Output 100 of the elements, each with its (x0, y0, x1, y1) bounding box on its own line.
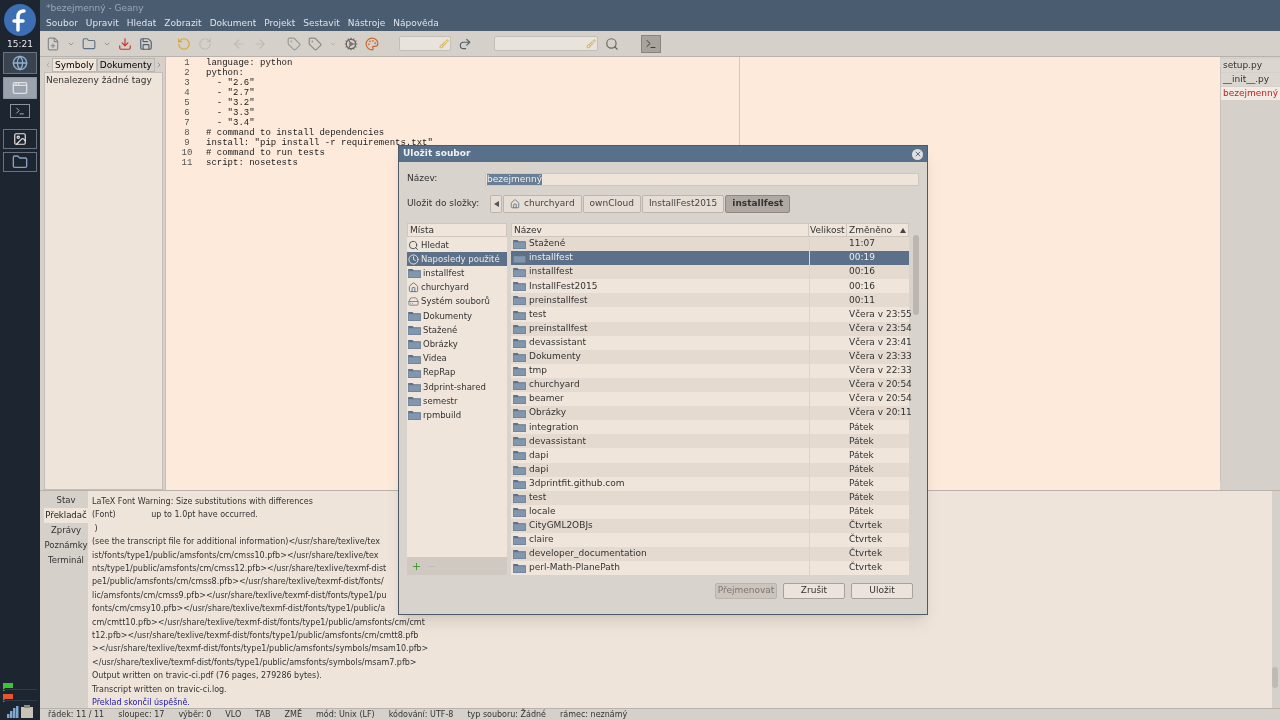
file-row[interactable]: Obrázky Včera v 20:11 (511, 406, 909, 421)
place-item[interactable]: 3dprint-shared (407, 379, 507, 395)
menu-item[interactable]: Projekt (264, 17, 296, 31)
file-row[interactable]: Stažené 11:07 (511, 237, 909, 252)
search-field[interactable] (494, 36, 598, 51)
menu-item[interactable]: Upravit (85, 17, 119, 31)
folder-icon (513, 281, 526, 292)
flag-icon[interactable] (3, 683, 37, 691)
place-item[interactable]: Dokumenty (407, 308, 507, 324)
path-button[interactable]: ownCloud (582, 195, 641, 213)
gear-icon[interactable] (344, 36, 358, 51)
file-row[interactable]: devassistant Pátek (511, 434, 909, 449)
menu-item[interactable]: Zobrazit (164, 17, 202, 31)
file-name: locale (529, 505, 556, 519)
place-item[interactable]: Obrázky (407, 337, 507, 352)
redo-icon[interactable] (198, 36, 212, 51)
place-item[interactable]: semestr (407, 394, 507, 409)
place-item[interactable]: rpmbuild (407, 408, 507, 423)
line-number: 7 (184, 118, 190, 128)
save-all-icon[interactable] (139, 36, 153, 51)
folder-icon (12, 154, 28, 170)
file-name: tmp (529, 364, 547, 378)
add-icon[interactable] (411, 560, 422, 572)
folder-icon (513, 464, 526, 475)
clear-icon[interactable] (586, 38, 596, 49)
jump-icon[interactable] (458, 36, 472, 51)
status-item: VLO (225, 710, 242, 719)
taskbar-item[interactable] (10, 104, 30, 118)
file-tab[interactable]: __init__.py (1220, 73, 1280, 86)
file-name: CityGML2OBJs (529, 519, 593, 533)
file-tab[interactable]: bezejmenný (1220, 87, 1280, 100)
new-file-icon[interactable] (46, 36, 60, 51)
search-icon[interactable] (605, 36, 619, 51)
forward-icon[interactable] (253, 36, 267, 51)
place-item[interactable]: installfest (407, 266, 507, 281)
file-row[interactable]: test Včera v 23:55 (511, 307, 909, 322)
name-field[interactable]: bezejmenný (485, 172, 919, 186)
taskbar-item[interactable] (3, 52, 37, 74)
clear-icon[interactable] (439, 38, 449, 49)
file-row[interactable]: beamer Včera v 20:54 (511, 392, 909, 407)
clipboard-icon[interactable] (21, 705, 33, 718)
palette-icon[interactable] (365, 36, 379, 51)
menu-item[interactable]: Sestavit (303, 17, 340, 31)
menu-item[interactable]: Soubor (46, 17, 78, 31)
folder-icon (513, 394, 526, 405)
signal-icon[interactable] (7, 706, 19, 718)
column-header[interactable]: Změněno (846, 224, 908, 236)
place-item[interactable]: Systém souborů (407, 294, 507, 309)
path-back-button[interactable] (490, 195, 502, 213)
sidebar-tab[interactable]: Symboly (52, 58, 97, 72)
file-row[interactable]: installfest 00:19 (511, 251, 909, 266)
place-item[interactable]: Hledat (407, 238, 507, 253)
message-tab[interactable]: Poznámky (44, 538, 88, 553)
sidebar-tab[interactable]: Dokumenty (96, 58, 155, 72)
undo-icon[interactable] (177, 36, 191, 51)
place-item[interactable]: Naposledy použité (407, 252, 507, 267)
modified-time: Včera v 20:54 (848, 392, 909, 406)
taskbar-item[interactable] (3, 152, 37, 172)
menu-item[interactable]: Nápověda (393, 17, 439, 31)
tag-icon[interactable] (287, 36, 301, 51)
close-button[interactable] (912, 148, 923, 160)
path-button[interactable]: installfest (725, 195, 791, 213)
code-line: install: "pip install -r requirements.txt" (206, 138, 433, 148)
logo-icon[interactable] (3, 3, 37, 37)
dialog-button[interactable]: Zrušit (783, 583, 845, 599)
place-item[interactable]: Videa (407, 351, 507, 366)
menu-item[interactable]: Dokument (209, 17, 257, 31)
modified-time: Pátek (848, 420, 875, 434)
tag-icon[interactable] (308, 36, 322, 51)
path-button[interactable]: InstallFest2015 (641, 195, 725, 213)
taskbar-item[interactable] (3, 129, 37, 149)
message-tab[interactable]: Překladač (44, 508, 88, 523)
file-row[interactable]: preinstallfest 00:11 (511, 293, 909, 308)
terminal-button[interactable] (641, 34, 661, 53)
file-name: test (529, 491, 547, 504)
menu-item[interactable]: Hledat (126, 17, 157, 31)
path-button[interactable]: churchyard (503, 195, 582, 213)
folder-icon[interactable] (82, 36, 96, 51)
code-line: # command to install dependencies (206, 128, 385, 138)
file-tab[interactable]: setup.py (1220, 59, 1280, 72)
place-item[interactable]: RepRap (407, 365, 507, 380)
place-item[interactable]: churchyard (407, 280, 507, 295)
modified-time: 00:19 (848, 251, 876, 265)
flag-icon[interactable] (3, 694, 37, 702)
menu-item[interactable]: Nástroje (347, 17, 386, 31)
file-row[interactable]: installfest 00:16 (511, 265, 909, 280)
column-header[interactable]: Název (512, 224, 808, 236)
search-field[interactable] (399, 36, 451, 51)
message-line: nts/type1/public/amsfonts/cm/cmss12.pfb></usr/share/texlive/texmf-dist (92, 563, 387, 576)
code-line: # command to run tests (206, 148, 325, 158)
file-name: integration (529, 420, 579, 434)
scroll-left-icon[interactable] (44, 61, 52, 69)
dialog-button[interactable]: Uložit (851, 583, 913, 599)
back-icon[interactable] (232, 36, 246, 51)
modified-time: Včera v 20:11 (848, 406, 909, 420)
save-icon[interactable] (118, 36, 132, 51)
column-header[interactable]: Velikost (808, 224, 846, 236)
place-item[interactable]: Stažené (407, 323, 507, 338)
column-header[interactable]: Místa (407, 223, 507, 237)
file-row[interactable]: developer_documentation Čtvrtek (511, 547, 909, 562)
